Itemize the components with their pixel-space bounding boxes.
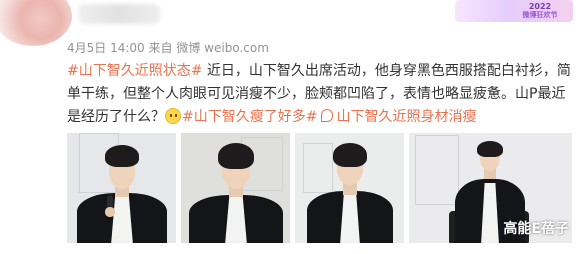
post-text-part1: 近日，山下智久出席活动，他身穿黑色西服搭配白衬衫，简 xyxy=(202,63,571,79)
super-topic-icon[interactable] xyxy=(321,109,334,122)
photo-4[interactable]: 高能E蓓子 xyxy=(409,133,572,243)
watermark: 高能E蓓子 xyxy=(503,221,569,237)
festival-badge-year: 2022 xyxy=(528,2,552,11)
hair xyxy=(218,143,254,169)
post-date[interactable]: 4月5日 xyxy=(67,41,106,55)
person-figure xyxy=(77,139,167,243)
hair xyxy=(105,145,139,167)
post-line-1: #山下智久近照状态# 近日，山下智久出席活动，他身穿黑色西服搭配白衬衫，简 xyxy=(67,60,572,83)
photo-grid: 高能E蓓子 xyxy=(67,133,572,243)
post-source: 来自 微博 weibo.com xyxy=(148,41,269,55)
hashtag-link-2[interactable]: #山下智久瘦了好多# xyxy=(182,109,317,125)
username-blurred[interactable] xyxy=(78,4,160,24)
hashtag-link[interactable]: #山下智久近照状态# xyxy=(67,63,202,79)
photo-2[interactable] xyxy=(181,133,290,243)
photo-3[interactable] xyxy=(295,133,404,243)
festival-badge-title: 微博狂欢节 xyxy=(522,11,558,19)
post-meta: 4月5日 14:00 来自 微博 weibo.com xyxy=(67,39,269,56)
post-text-line3: 是经历了什么？ xyxy=(67,109,165,125)
post-time[interactable]: 14:00 xyxy=(110,41,145,55)
hair xyxy=(333,143,367,167)
person-figure xyxy=(307,139,393,243)
backdrop-panel xyxy=(415,135,459,205)
festival-badge-text: 2022 微博狂欢节 xyxy=(509,2,571,20)
post-line-3: 是经历了什么？ #山下智久瘦了好多# 山下智久近照身材消瘦 xyxy=(67,106,572,129)
post-line-2: 单干练，但整个人肉眼可见消瘦不少，脸颊都凹陷了，表情也略显疲惫。山P最近 xyxy=(67,86,566,102)
photo-1[interactable] xyxy=(67,133,176,243)
hand xyxy=(105,207,115,217)
post-header: 2022 微博狂欢节 xyxy=(0,0,579,46)
person-figure xyxy=(189,139,283,243)
thinking-face-icon xyxy=(165,108,181,124)
topic-link[interactable]: 山下智久近照身材消瘦 xyxy=(336,109,476,125)
hair xyxy=(477,141,503,157)
post-body: #山下智久近照状态# 近日，山下智久出席活动，他身穿黑色西服搭配白衬衫，简 单干… xyxy=(67,60,572,129)
festival-badge: 2022 微博狂欢节 xyxy=(455,0,573,22)
avatar[interactable] xyxy=(0,0,72,46)
